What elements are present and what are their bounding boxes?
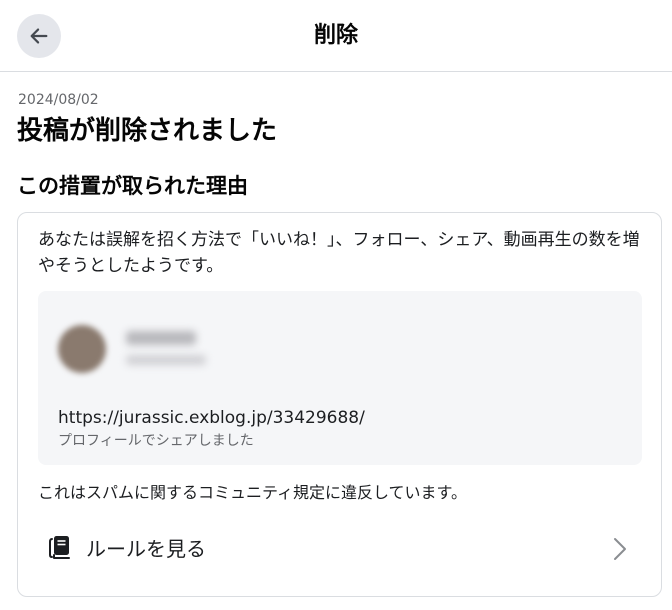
chevron-right-icon — [614, 538, 626, 560]
reason-heading: この措置が取られた理由 — [17, 174, 248, 198]
reason-text: あなたは誤解を招く方法で「いいね！」、フォロー、シェア、動画再生の数を増やそうと… — [38, 230, 640, 276]
post-preview: https://jurassic.exblog.jp/33429688/ プロフ… — [38, 291, 642, 465]
removal-date: 2024/08/02 — [18, 92, 99, 108]
view-rules-label: ルールを見る — [86, 537, 206, 561]
top-bar: 削除 — [0, 0, 672, 72]
avatar — [58, 325, 106, 373]
violation-text: これはスパムに関するコミュニティ規定に違反しています。 — [38, 483, 467, 502]
author-name-blurred — [126, 331, 196, 345]
post-caption: プロフィールでシェアしました — [58, 433, 254, 449]
post-link: https://jurassic.exblog.jp/33429688/ — [58, 408, 365, 428]
author-meta-blurred — [126, 355, 206, 365]
book-icon — [49, 536, 70, 559]
view-rules-button[interactable]: ルールを見る — [18, 525, 661, 573]
removal-title: 投稿が削除されました — [17, 116, 278, 146]
page-title: 削除 — [313, 23, 358, 48]
reason-card: あなたは誤解を招く方法で「いいね！」、フォロー、シェア、動画再生の数を増やそうと… — [17, 212, 662, 597]
